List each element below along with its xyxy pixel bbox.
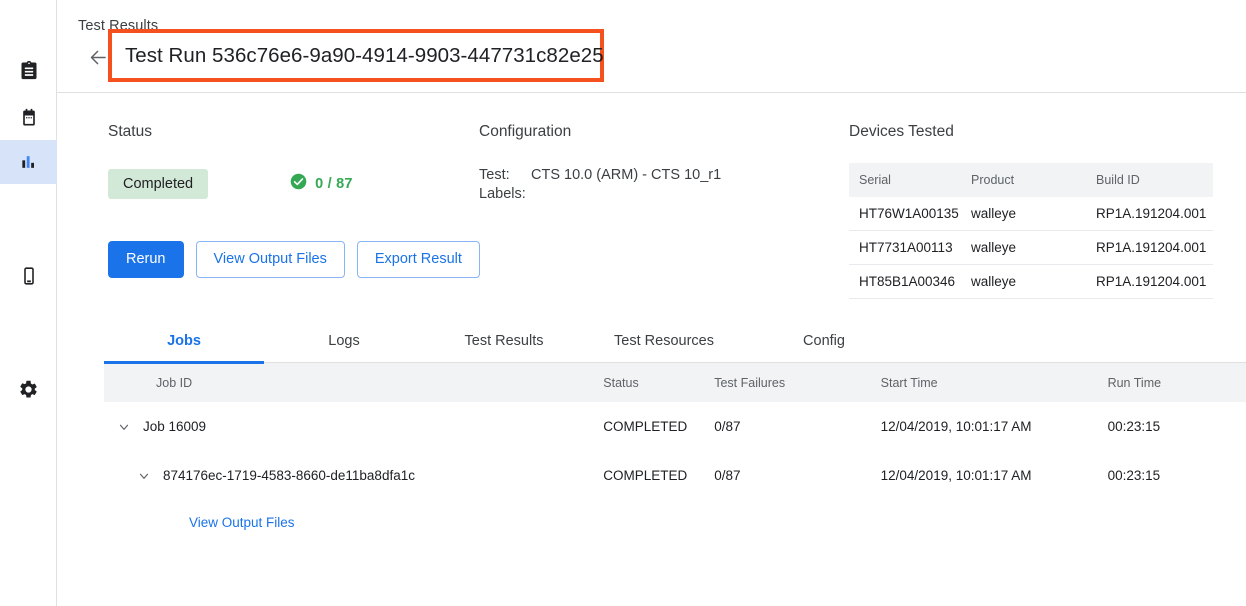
sidebar-item-test-plans[interactable] bbox=[0, 96, 57, 140]
tab-logs[interactable]: Logs bbox=[264, 318, 424, 363]
table-row: View Output Files bbox=[104, 500, 1246, 544]
page-header: Test Results Test Run 536c76e6-9a90-4914… bbox=[57, 0, 1246, 93]
sidebar-item-devices[interactable] bbox=[0, 254, 57, 298]
sidebar-item-test-suites[interactable] bbox=[0, 48, 57, 92]
jobs-panel: Job ID Status Test Failures Start Time R… bbox=[104, 363, 1246, 544]
configuration-heading: Configuration bbox=[479, 123, 839, 141]
jobs-col-run-time: Run Time bbox=[1108, 363, 1246, 402]
job-run-time: 00:23:15 bbox=[1108, 402, 1246, 451]
main-content: Test Results Test Run 536c76e6-9a90-4914… bbox=[57, 0, 1246, 606]
attempt-id-cell: 874176ec-1719-4583-8660-de11ba8dfa1c bbox=[104, 451, 603, 500]
config-value-test: CTS 10.0 (ARM) - CTS 10_r1 bbox=[531, 167, 839, 183]
job-start-time: 12/04/2019, 10:01:17 AM bbox=[881, 451, 1108, 500]
tab-test-resources[interactable]: Test Resources bbox=[584, 318, 744, 363]
page-title: Test Run 536c76e6-9a90-4914-9903-447731c… bbox=[112, 44, 604, 68]
summary-section: Status Completed 0 / 87 bbox=[57, 93, 1246, 318]
clipboard-icon bbox=[19, 60, 39, 80]
chevron-down-icon[interactable] bbox=[136, 468, 152, 484]
sidebar bbox=[0, 0, 57, 606]
device-product: walleye bbox=[961, 265, 1086, 299]
jobs-col-status: Status bbox=[603, 363, 714, 402]
content-body: Status Completed 0 / 87 bbox=[57, 93, 1246, 544]
device-serial: HT7731A00113 bbox=[849, 231, 961, 265]
job-test-failures: 0/87 bbox=[714, 402, 880, 451]
table-row[interactable]: Job 16009 COMPLETED 0/87 12/04/2019, 10:… bbox=[104, 402, 1246, 451]
devices-tested-block: Devices Tested Serial Product Build ID H… bbox=[849, 123, 1213, 299]
status-row: Completed 0 / 87 bbox=[108, 169, 468, 199]
calendar-icon bbox=[19, 108, 39, 128]
config-key-labels: Labels: bbox=[479, 186, 531, 202]
status-heading: Status bbox=[108, 123, 468, 141]
chevron-down-icon[interactable] bbox=[116, 419, 132, 435]
pass-count: 0 / 87 bbox=[315, 176, 352, 192]
jobs-col-test-failures: Test Failures bbox=[714, 363, 880, 402]
gear-icon bbox=[18, 379, 39, 400]
attempt-id-label: 874176ec-1719-4583-8660-de11ba8dfa1c bbox=[163, 468, 415, 483]
job-test-failures: 0/87 bbox=[714, 451, 880, 500]
view-output-files-link[interactable]: View Output Files bbox=[104, 515, 295, 530]
tab-bar: Jobs Logs Test Results Test Resources Co… bbox=[104, 318, 1246, 363]
export-result-button[interactable]: Export Result bbox=[357, 241, 480, 278]
job-status: COMPLETED bbox=[603, 402, 714, 451]
jobs-table: Job ID Status Test Failures Start Time R… bbox=[104, 363, 1246, 544]
bar-chart-icon bbox=[19, 152, 39, 172]
pass-summary: 0 / 87 bbox=[290, 173, 352, 195]
page-title-highlight: Test Run 536c76e6-9a90-4914-9903-447731c… bbox=[108, 29, 604, 82]
rerun-button[interactable]: Rerun bbox=[108, 241, 184, 278]
jobs-col-job-id: Job ID bbox=[104, 363, 603, 402]
devices-table: Serial Product Build ID HT76W1A00135 wal… bbox=[849, 163, 1213, 299]
tab-test-results[interactable]: Test Results bbox=[424, 318, 584, 363]
attempt-actions-cell: View Output Files bbox=[104, 500, 1246, 544]
table-row: HT76W1A00135 walleye RP1A.191204.001 bbox=[849, 197, 1213, 231]
device-build-id: RP1A.191204.001 bbox=[1086, 231, 1213, 265]
job-id-cell: Job 16009 bbox=[104, 402, 603, 451]
sidebar-item-settings[interactable] bbox=[0, 367, 57, 411]
arrow-left-icon bbox=[88, 47, 109, 68]
devices-col-build-id: Build ID bbox=[1086, 163, 1213, 197]
devices-table-header-row: Serial Product Build ID bbox=[849, 163, 1213, 197]
device-serial: HT76W1A00135 bbox=[849, 197, 961, 231]
device-product: walleye bbox=[961, 197, 1086, 231]
status-block: Status Completed 0 / 87 bbox=[108, 123, 468, 199]
jobs-col-start-time: Start Time bbox=[881, 363, 1108, 402]
sidebar-item-test-results[interactable] bbox=[0, 140, 57, 184]
configuration-block: Configuration Test: CTS 10.0 (ARM) - CTS… bbox=[479, 123, 839, 202]
jobs-table-header-row: Job ID Status Test Failures Start Time R… bbox=[104, 363, 1246, 402]
devices-tested-heading: Devices Tested bbox=[849, 123, 1213, 141]
table-row: HT7731A00113 walleye RP1A.191204.001 bbox=[849, 231, 1213, 265]
check-circle-icon bbox=[290, 173, 307, 195]
job-status: COMPLETED bbox=[603, 451, 714, 500]
tab-config[interactable]: Config bbox=[744, 318, 904, 363]
app-root: Test Results Test Run 536c76e6-9a90-4914… bbox=[0, 0, 1246, 606]
device-product: walleye bbox=[961, 231, 1086, 265]
config-key-test: Test: bbox=[479, 167, 531, 183]
table-row[interactable]: 874176ec-1719-4583-8660-de11ba8dfa1c COM… bbox=[104, 451, 1246, 500]
status-badge: Completed bbox=[108, 169, 208, 199]
configuration-list: Test: CTS 10.0 (ARM) - CTS 10_r1 Labels: bbox=[479, 167, 839, 202]
job-id-label: Job 16009 bbox=[143, 419, 206, 434]
table-row: HT85B1A00346 walleye RP1A.191204.001 bbox=[849, 265, 1213, 299]
view-output-files-button[interactable]: View Output Files bbox=[196, 241, 345, 278]
device-build-id: RP1A.191204.001 bbox=[1086, 197, 1213, 231]
job-run-time: 00:23:15 bbox=[1108, 451, 1246, 500]
job-start-time: 12/04/2019, 10:01:17 AM bbox=[881, 402, 1108, 451]
device-icon bbox=[19, 266, 39, 286]
devices-col-serial: Serial bbox=[849, 163, 961, 197]
devices-col-product: Product bbox=[961, 163, 1086, 197]
device-build-id: RP1A.191204.001 bbox=[1086, 265, 1213, 299]
action-buttons: Rerun View Output Files Export Result bbox=[108, 241, 480, 278]
config-value-labels bbox=[531, 186, 839, 202]
tab-jobs[interactable]: Jobs bbox=[104, 318, 264, 363]
device-serial: HT85B1A00346 bbox=[849, 265, 961, 299]
